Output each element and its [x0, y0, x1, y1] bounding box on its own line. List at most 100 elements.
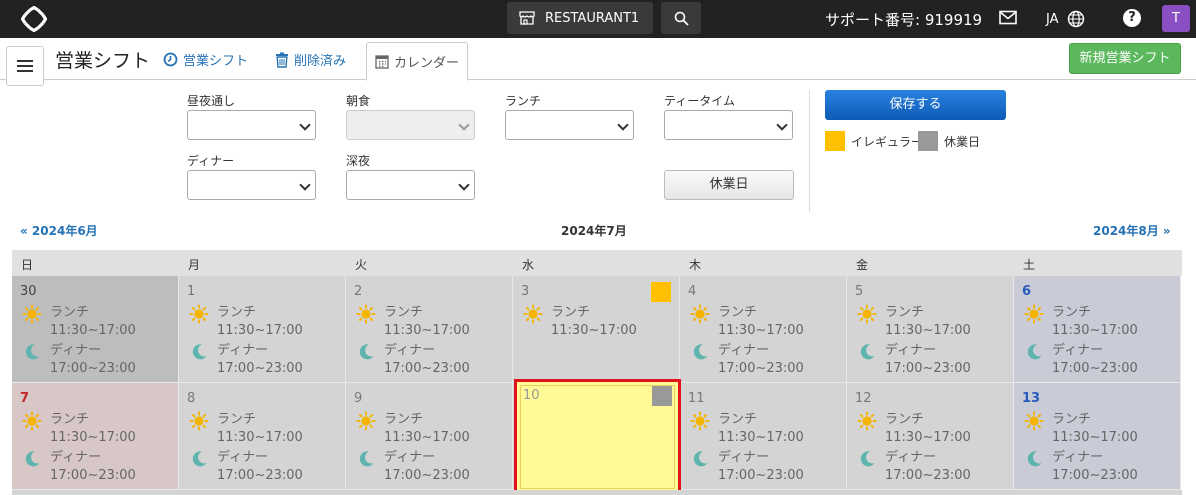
calendar-next-row: [12, 490, 1182, 495]
globe-icon: [1067, 10, 1084, 28]
hamburger-line: [17, 60, 33, 62]
selected-day-cell[interactable]: 10: [514, 379, 681, 495]
shift-label: ディナー: [50, 450, 102, 465]
day-number: 13: [1022, 391, 1041, 406]
shift-label: ディナー: [50, 343, 102, 358]
calendar-day-cell[interactable]: 12 ランチ 11:30~17:00 ディナー 17:00~23:00: [847, 383, 1014, 490]
dinner-select[interactable]: [187, 170, 316, 200]
lunch-shift: ランチ 11:30~17:00: [1024, 411, 1138, 447]
teatime-select[interactable]: [664, 110, 793, 140]
mail-icon[interactable]: [999, 10, 1017, 25]
moon-icon: [359, 451, 374, 467]
day-number: 11: [688, 391, 705, 406]
shift-label: ランチ: [217, 305, 257, 320]
shift-time: 17:00~23:00: [50, 361, 136, 376]
restaurant-selector-button[interactable]: RESTAURANT1: [507, 2, 653, 34]
calendar-day-cell[interactable]: 3 ランチ 11:30~17:00: [513, 276, 680, 383]
shift-label: ランチ: [50, 412, 90, 427]
tab-label: 営業シフト: [183, 54, 249, 69]
calendar-day-cell[interactable]: 30 ランチ 11:30~17:00 ディナー 17:00~23:00: [12, 276, 179, 383]
shift-label: ランチ: [718, 305, 758, 320]
dinner-shift: ディナー 17:00~23:00: [356, 342, 470, 378]
shift-time: 17:00~23:00: [885, 361, 971, 376]
shift-time: 17:00~23:00: [384, 361, 470, 376]
hamburger-menu-button[interactable]: [6, 46, 44, 86]
language-label: JA: [1046, 11, 1059, 27]
moon-icon: [192, 344, 207, 360]
lunch-shift: ランチ 11:30~17:00: [356, 304, 470, 340]
calendar-day-cell[interactable]: 9 ランチ 11:30~17:00 ディナー 17:00~23:00: [346, 383, 513, 490]
moon-icon: [860, 344, 875, 360]
shift-time: 11:30~17:00: [1052, 323, 1138, 338]
calendar-day-cell[interactable]: 1 ランチ 11:30~17:00 ディナー 17:00~23:00: [179, 276, 346, 383]
calendar-day-cell[interactable]: 13 ランチ 11:30~17:00 ディナー 17:00~23:00: [1014, 383, 1181, 490]
next-month-link[interactable]: 2024年8月 »: [1093, 222, 1171, 239]
lunch-shift: ランチ 11:30~17:00: [22, 411, 136, 447]
language-selector[interactable]: JA: [1046, 10, 1085, 28]
calendar-day-cell[interactable]: 4 ランチ 11:30~17:00 ディナー 17:00~23:00: [680, 276, 847, 383]
search-button[interactable]: [661, 2, 701, 34]
support-number: サポート番号: 919919: [825, 11, 983, 29]
day-number: 2: [354, 284, 363, 299]
dinner-shift: ディナー 17:00~23:00: [857, 449, 971, 485]
holiday-badge: [652, 386, 672, 406]
calendar-day-cell[interactable]: 8 ランチ 11:30~17:00 ディナー 17:00~23:00: [179, 383, 346, 490]
lunch-shift: ランチ 11:30~17:00: [1024, 304, 1138, 340]
calendar-day-cell[interactable]: 5 ランチ 11:30~17:00 ディナー 17:00~23:00: [847, 276, 1014, 383]
late-night-select[interactable]: [346, 170, 475, 200]
shift-time: 17:00~23:00: [1052, 468, 1138, 483]
sun-icon: [1024, 411, 1044, 431]
store-icon: [519, 11, 535, 25]
new-business-shift-button[interactable]: 新規営業シフト: [1069, 43, 1181, 74]
calendar-day-cell[interactable]: 2 ランチ 11:30~17:00 ディナー 17:00~23:00: [346, 276, 513, 383]
save-button[interactable]: 保存する: [825, 90, 1006, 120]
holiday-button[interactable]: 休業日: [664, 170, 794, 200]
calendar-day-cell[interactable]: 7 ランチ 11:30~17:00 ディナー 17:00~23:00: [12, 383, 179, 490]
shift-label: ディナー: [885, 343, 937, 358]
help-icon[interactable]: ?: [1123, 9, 1141, 27]
shift-label: ランチ: [885, 412, 925, 427]
hamburger-line: [17, 70, 33, 72]
dinner-shift: ディナー 17:00~23:00: [22, 342, 136, 378]
sun-icon: [189, 411, 209, 431]
tab-calendar[interactable]: カレンダー: [366, 42, 468, 81]
shift-time: 11:30~17:00: [217, 323, 303, 338]
calendar-day-cell[interactable]: 11 ランチ 11:30~17:00 ディナー 17:00~23:00: [680, 383, 847, 490]
shift-time: 11:30~17:00: [50, 323, 136, 338]
day-number: 9: [354, 391, 363, 406]
moon-icon: [359, 344, 374, 360]
day-number: 10: [523, 388, 540, 403]
all-day-select[interactable]: [187, 110, 316, 140]
calendar-day-cell[interactable]: 6 ランチ 11:30~17:00 ディナー 17:00~23:00: [1014, 276, 1181, 383]
dinner-shift: ディナー 17:00~23:00: [356, 449, 470, 485]
dinner-shift: ディナー 17:00~23:00: [690, 449, 804, 485]
lunch-select[interactable]: [505, 110, 634, 140]
lunch-shift: ランチ 11:30~17:00: [189, 304, 303, 340]
previous-month-link[interactable]: « 2024年6月: [20, 222, 98, 239]
sun-icon: [189, 304, 209, 324]
tab-business-shifts[interactable]: 営業シフト: [163, 50, 248, 69]
app-logo-icon[interactable]: [21, 6, 47, 32]
legend-swatch-holiday: [918, 131, 938, 151]
day-number: 4: [688, 284, 697, 299]
sun-icon: [690, 304, 710, 324]
dinner-shift: ディナー 17:00~23:00: [690, 342, 804, 378]
top-bar: RESTAURANT1 サポート番号: 919919 JA ? T: [0, 0, 1196, 38]
breakfast-select: [346, 110, 475, 140]
chevron-down-icon: [617, 119, 629, 131]
shift-label: ランチ: [217, 412, 257, 427]
moon-icon: [693, 451, 708, 467]
dinner-shift: ディナー 17:00~23:00: [1024, 342, 1138, 378]
shift-label: ディナー: [217, 450, 269, 465]
tab-deleted[interactable]: 削除済み: [275, 50, 346, 69]
shift-label: ランチ: [551, 305, 591, 320]
lunch-shift: ランチ 11:30~17:00: [22, 304, 136, 340]
lunch-shift: ランチ 11:30~17:00: [189, 411, 303, 447]
chevron-down-icon: [299, 119, 311, 131]
user-avatar[interactable]: T: [1162, 5, 1190, 32]
chevron-down-icon: [776, 119, 788, 131]
shift-label: ランチ: [1052, 412, 1092, 427]
page-title: 営業シフト: [55, 50, 151, 72]
day-number: 12: [855, 391, 872, 406]
restaurant-name: RESTAURANT1: [545, 10, 640, 26]
